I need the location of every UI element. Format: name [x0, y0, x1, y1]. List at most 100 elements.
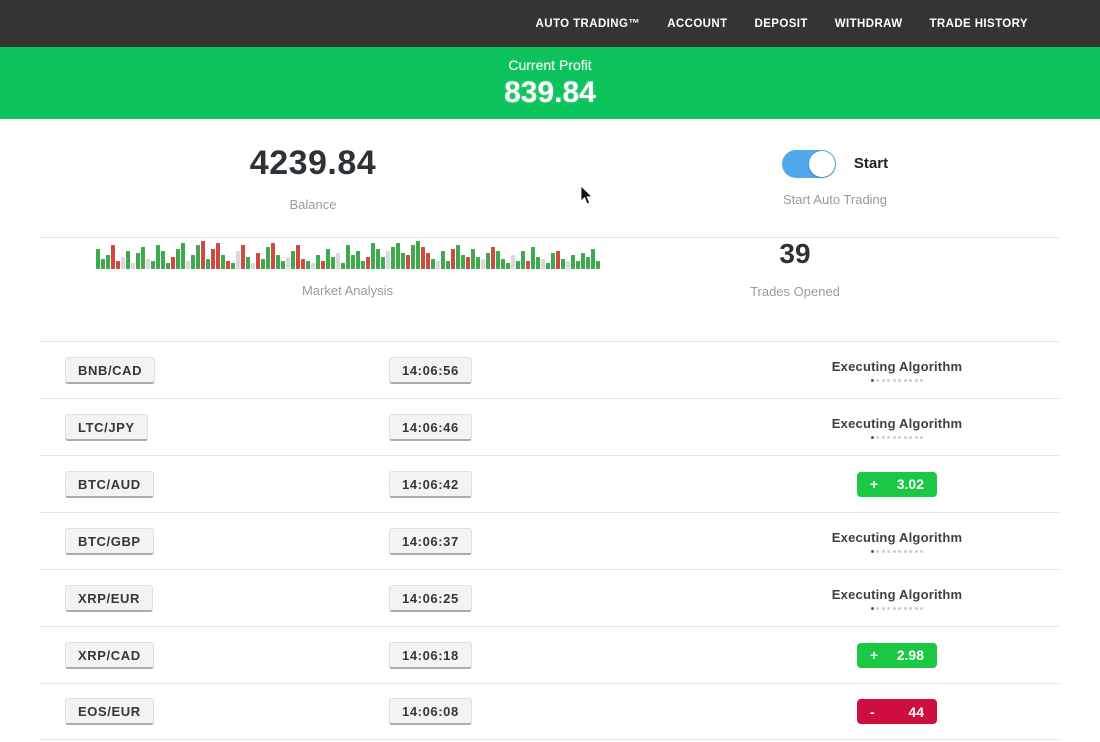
auto-trading-block: Start Start Auto Trading — [626, 119, 1100, 237]
progress-dot — [920, 436, 923, 439]
market-bar — [161, 251, 165, 269]
pair-badge[interactable]: BTC/AUD — [65, 471, 154, 498]
market-bar — [401, 253, 405, 269]
market-bar — [181, 243, 185, 269]
toggle-knob-icon — [809, 151, 835, 177]
market-bar — [276, 255, 280, 269]
market-bar — [506, 263, 510, 269]
market-bar — [291, 251, 295, 269]
pair-badge[interactable]: XRP/EUR — [65, 585, 153, 612]
market-bar — [171, 257, 175, 269]
progress-dot — [882, 607, 885, 610]
market-bar — [216, 243, 220, 269]
auto-trading-toggle[interactable] — [782, 150, 836, 178]
progress-dot — [909, 436, 912, 439]
progress-dot — [887, 379, 890, 382]
market-bar — [96, 249, 100, 269]
trade-result-badge: - 44 — [857, 699, 937, 724]
progress-dot — [915, 550, 918, 553]
progress-dot — [904, 436, 907, 439]
market-bar — [136, 253, 140, 269]
table-row: EOS/EUR 14:06:08 - 44 — [40, 683, 1060, 740]
market-bar — [366, 257, 370, 269]
progress-dot-active — [871, 550, 874, 553]
nav-item-auto-trading[interactable]: AUTO TRADING™ — [536, 18, 641, 30]
market-bar — [556, 251, 560, 269]
market-bar — [321, 261, 325, 269]
market-bar — [361, 261, 365, 269]
pair-badge[interactable]: XRP/CAD — [65, 642, 154, 669]
market-bar — [146, 259, 150, 269]
nav-item-withdraw[interactable]: WITHDRAW — [835, 18, 903, 30]
stats-row-market: Market Analysis 39 Trades Opened — [40, 237, 1060, 341]
progress-dot — [904, 607, 907, 610]
executing-algorithm-label: Executing Algorithm — [832, 587, 962, 602]
nav-item-trade-history[interactable]: TRADE HISTORY — [930, 18, 1029, 30]
market-bar — [206, 259, 210, 269]
market-bar — [121, 257, 125, 269]
market-bar — [116, 261, 120, 269]
time-badge[interactable]: 14:06:56 — [389, 357, 472, 384]
market-bar — [451, 249, 455, 269]
market-bar — [386, 251, 390, 269]
progress-dot — [887, 550, 890, 553]
progress-dot — [920, 379, 923, 382]
market-bar — [486, 253, 490, 269]
market-bar — [561, 259, 565, 269]
progress-dot — [876, 607, 879, 610]
result-value: 2.98 — [897, 647, 924, 663]
market-bar — [296, 245, 300, 269]
trade-status: Executing Algorithm — [802, 359, 992, 382]
progress-dot — [909, 550, 912, 553]
auto-trading-caption: Start Auto Trading — [783, 192, 887, 207]
market-bar — [211, 249, 215, 269]
market-analysis-block: Market Analysis — [40, 238, 586, 299]
time-badge[interactable]: 14:06:25 — [389, 585, 472, 612]
table-row: LTC/JPY 14:06:46 Executing Algorithm — [40, 398, 1060, 455]
progress-dot-active — [871, 436, 874, 439]
progress-dot — [876, 550, 879, 553]
market-bar — [286, 257, 290, 269]
time-badge[interactable]: 14:06:18 — [389, 642, 472, 669]
time-badge[interactable]: 14:06:46 — [389, 414, 472, 441]
market-bar — [246, 257, 250, 269]
progress-dot — [882, 436, 885, 439]
pair-badge[interactable]: LTC/JPY — [65, 414, 148, 441]
market-bar — [476, 257, 480, 269]
progress-dot — [915, 379, 918, 382]
market-bar — [241, 245, 245, 269]
profit-banner-value: 839.84 — [504, 76, 596, 110]
time-badge[interactable]: 14:06:37 — [389, 528, 472, 555]
market-bar — [551, 253, 555, 269]
executing-algorithm-label: Executing Algorithm — [832, 359, 962, 374]
progress-dots — [871, 436, 924, 439]
market-bar — [316, 255, 320, 269]
time-badge[interactable]: 14:06:42 — [389, 471, 472, 498]
profit-banner-label: Current Profit — [508, 57, 591, 73]
pair-badge[interactable]: BNB/CAD — [65, 357, 155, 384]
market-bar — [581, 253, 585, 269]
result-sign: + — [870, 476, 878, 492]
table-row: XRP/EUR 14:06:25 Executing Algorithm — [40, 569, 1060, 626]
nav-item-account[interactable]: ACCOUNT — [667, 18, 727, 30]
market-bar — [341, 263, 345, 269]
progress-dot — [882, 550, 885, 553]
market-bar — [131, 263, 135, 269]
pair-badge[interactable]: EOS/EUR — [65, 698, 154, 725]
progress-dot — [898, 379, 901, 382]
nav-item-deposit[interactable]: DEPOSIT — [755, 18, 808, 30]
market-bar — [351, 255, 355, 269]
market-bar — [471, 249, 475, 269]
market-bar — [566, 261, 570, 269]
trade-result-badge: + 3.02 — [857, 472, 937, 497]
progress-dot — [887, 607, 890, 610]
progress-dot — [904, 379, 907, 382]
market-bar — [266, 247, 270, 269]
time-badge[interactable]: 14:06:08 — [389, 698, 472, 725]
trade-result-badge: + 2.98 — [857, 643, 937, 668]
market-bar — [336, 253, 340, 269]
pair-badge[interactable]: BTC/GBP — [65, 528, 154, 555]
market-bar — [231, 263, 235, 269]
market-bar — [411, 245, 415, 269]
market-bar — [261, 259, 265, 269]
